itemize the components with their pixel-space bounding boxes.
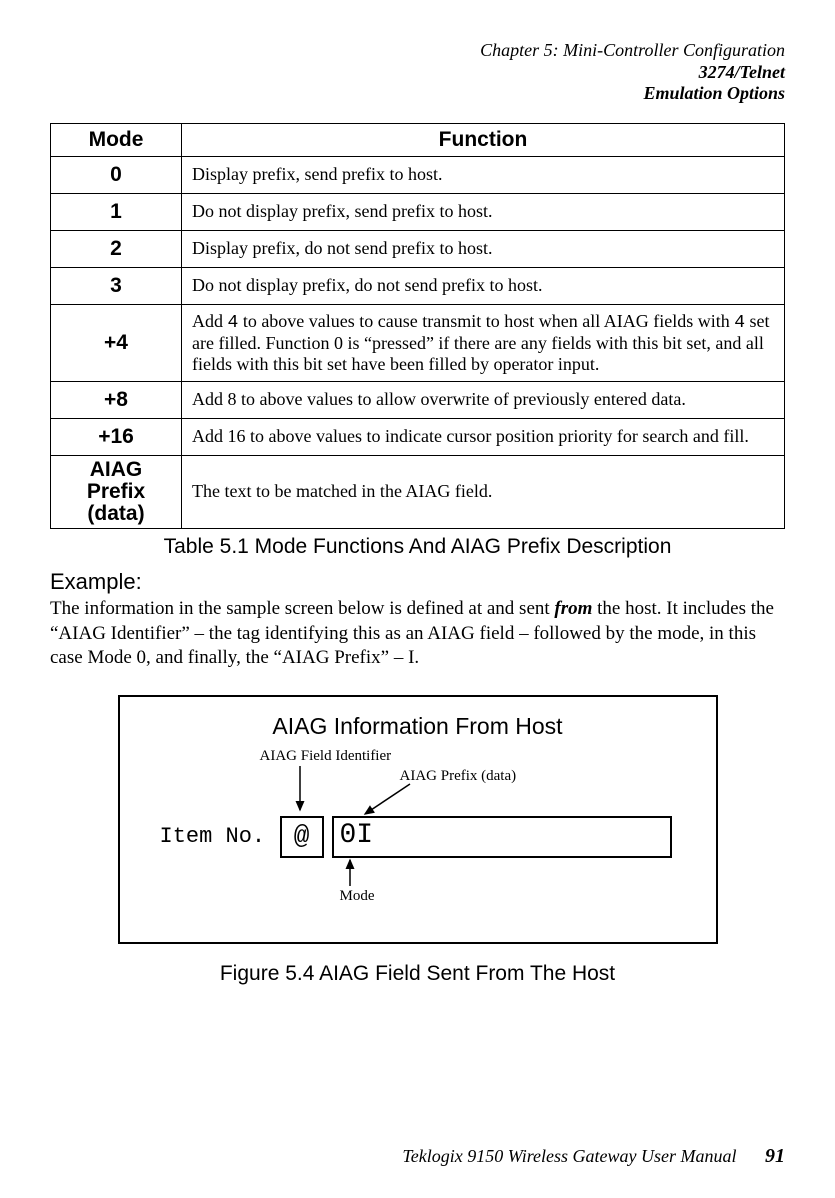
function-cell: Display prefix, send prefix to host.	[182, 156, 785, 193]
mode-cell: +8	[51, 381, 182, 418]
function-cell: Display prefix, do not send prefix to ho…	[182, 230, 785, 267]
mode-cell: 3	[51, 267, 182, 304]
mode-cell: +16	[51, 418, 182, 455]
mode-cell: 1	[51, 193, 182, 230]
func-mono: 4	[734, 313, 745, 333]
footer-text: Teklogix 9150 Wireless Gateway User Manu…	[402, 1146, 736, 1166]
figure-box: AIAG Information From Host AIAG Field Id…	[118, 695, 718, 944]
header-section: 3274/Telnet	[50, 62, 785, 84]
func-mono: 4	[228, 313, 239, 333]
para-emphasis: from	[554, 598, 592, 619]
mode-cell: 2	[51, 230, 182, 267]
header-subsection: Emulation Options	[50, 83, 785, 105]
diagram: AIAG Field Identifier AIAG Prefix (data)…	[140, 748, 696, 908]
function-cell: Do not display prefix, send prefix to ho…	[182, 193, 785, 230]
table-row: AIAG Prefix (data) The text to be matche…	[51, 455, 785, 528]
page-footer: Teklogix 9150 Wireless Gateway User Manu…	[402, 1145, 785, 1168]
page-header: Chapter 5: Mini-Controller Configuration…	[50, 40, 785, 105]
example-paragraph: The information in the sample screen bel…	[50, 597, 785, 671]
function-cell: Add 4 to above values to cause transmit …	[182, 304, 785, 381]
table-row: +8 Add 8 to above values to allow overwr…	[51, 381, 785, 418]
col-header-mode: Mode	[51, 123, 182, 156]
mode-cell: 0	[51, 156, 182, 193]
figure-title: AIAG Information From Host	[140, 713, 696, 740]
table-header-row: Mode Function	[51, 123, 785, 156]
aiag-identifier-box: @	[280, 816, 324, 858]
table-row: 3 Do not display prefix, do not send pre…	[51, 267, 785, 304]
func-text: Add	[192, 311, 228, 331]
function-cell: Add 16 to above values to indicate curso…	[182, 418, 785, 455]
header-chapter: Chapter 5: Mini-Controller Configuration	[50, 40, 785, 62]
col-header-function: Function	[182, 123, 785, 156]
item-number-label: Item No.	[160, 824, 266, 849]
example-label: Example:	[50, 569, 785, 595]
page-number: 91	[765, 1145, 785, 1167]
figure-caption: Figure 5.4 AIAG Field Sent From The Host	[50, 962, 785, 986]
arrow-prefix	[365, 784, 410, 814]
mode-cell-line1: AIAG Prefix	[87, 458, 145, 503]
table-row: 0 Display prefix, send prefix to host.	[51, 156, 785, 193]
label-field-identifier: AIAG Field Identifier	[260, 748, 392, 765]
label-mode: Mode	[340, 888, 375, 905]
table-row: 1 Do not display prefix, send prefix to …	[51, 193, 785, 230]
label-aiag-prefix: AIAG Prefix (data)	[400, 768, 517, 785]
mode-cell: AIAG Prefix (data)	[51, 455, 182, 528]
table-row: +4 Add 4 to above values to cause transm…	[51, 304, 785, 381]
function-cell: Do not display prefix, do not send prefi…	[182, 267, 785, 304]
mode-cell: +4	[51, 304, 182, 381]
table-caption: Table 5.1 Mode Functions And AIAG Prefix…	[50, 535, 785, 559]
table-row: +16 Add 16 to above values to indicate c…	[51, 418, 785, 455]
function-cell: Add 8 to above values to allow overwrite…	[182, 381, 785, 418]
mode-function-table: Mode Function 0 Display prefix, send pre…	[50, 123, 785, 529]
mode-cell-line2: (data)	[87, 502, 144, 525]
function-cell: The text to be matched in the AIAG field…	[182, 455, 785, 528]
table-row: 2 Display prefix, do not send prefix to …	[51, 230, 785, 267]
func-text: to above values to cause transmit to hos…	[238, 311, 734, 331]
aiag-field-box: 0I	[332, 816, 672, 858]
para-segment: The information in the sample screen bel…	[50, 598, 554, 619]
